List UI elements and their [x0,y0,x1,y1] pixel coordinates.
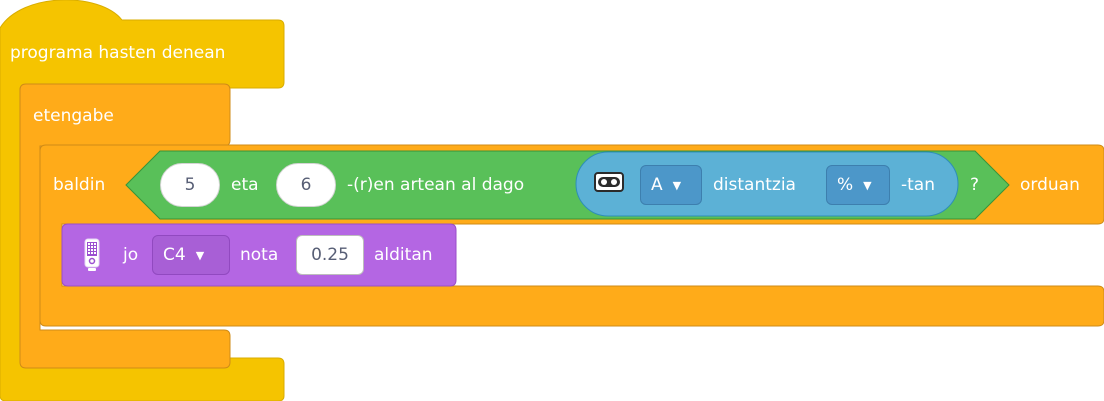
question-mark-label: ? [970,175,980,195]
hub-icon [82,238,102,272]
distance-sensor-icon [594,171,624,193]
chevron-down-icon: ▼ [863,178,872,192]
chevron-down-icon: ▼ [672,178,682,192]
sensor-port-dropdown[interactable]: A ▼ [640,165,702,205]
play-verb-label: jo [123,245,139,265]
sensor-unit-suffix: -tan [901,175,935,195]
duration-label: alditan [374,245,433,265]
and-label: eta [231,175,259,195]
sensor-unit-dropdown[interactable]: % ▼ [826,165,890,205]
duration-input[interactable]: 0.25 [296,235,364,275]
sensor-unit-value: % [837,175,854,195]
if-prefix-label: baldin [53,175,106,195]
event-label: programa hasten denean [10,43,226,63]
min-value-input[interactable]: 5 [160,163,220,207]
sensor-label: distantzia [713,175,796,195]
sensor-port-value: A [651,175,663,195]
between-label: -(r)en artean al dago [347,175,525,195]
if-suffix-label: orduan [1020,175,1080,195]
note-label: nota [240,245,279,265]
chevron-down-icon: ▼ [195,248,205,262]
note-value: C4 [163,245,186,265]
note-dropdown[interactable]: C4 ▼ [152,235,230,275]
max-value-input[interactable]: 6 [276,163,336,207]
forever-label: etengabe [33,106,114,126]
